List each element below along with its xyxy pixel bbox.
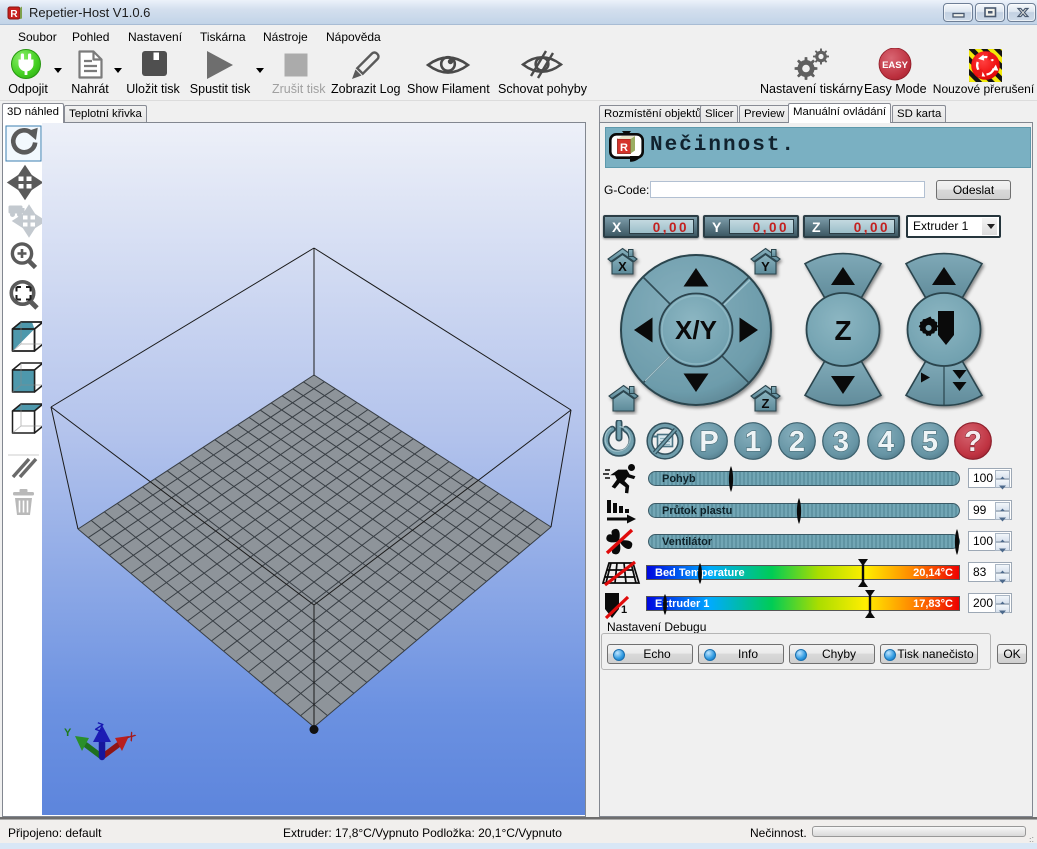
svg-text:P: P	[699, 426, 718, 458]
svg-text:Z: Z	[762, 396, 770, 411]
svg-text:Y: Y	[64, 727, 72, 739]
svg-text:2: 2	[789, 426, 805, 458]
svg-text:?: ?	[964, 426, 982, 458]
svg-text:EASY: EASY	[882, 60, 909, 71]
svg-text:5: 5	[922, 426, 938, 458]
svg-text:1: 1	[621, 604, 627, 616]
svg-text:Z: Z	[834, 315, 851, 346]
svg-text:Y: Y	[761, 259, 770, 274]
svg-text:3: 3	[833, 426, 849, 458]
svg-text:1: 1	[745, 426, 761, 458]
svg-text:4: 4	[878, 426, 894, 458]
svg-text:R: R	[620, 142, 628, 154]
svg-text:X/Y: X/Y	[675, 315, 717, 345]
svg-text:R: R	[10, 9, 18, 20]
svg-text:X: X	[618, 259, 627, 274]
